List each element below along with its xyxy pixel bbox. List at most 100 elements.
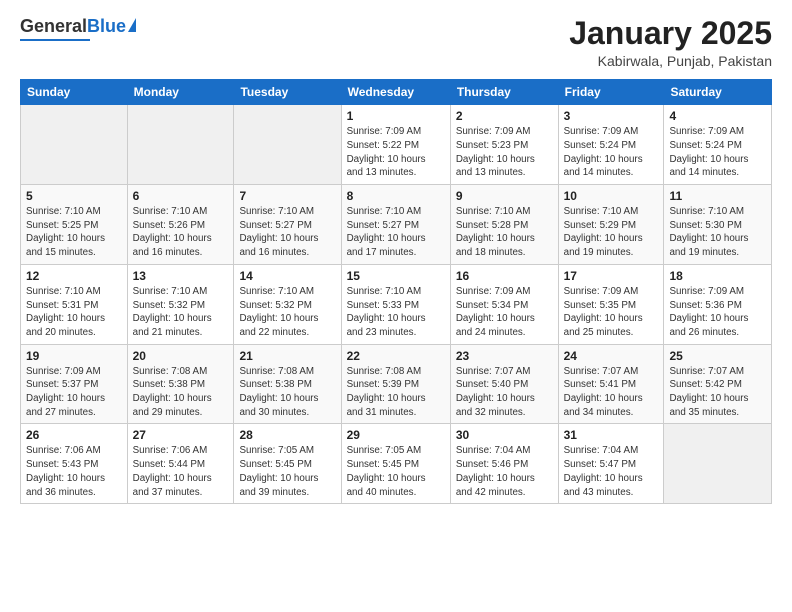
day-number: 21 (239, 349, 335, 363)
day-cell: 8 Sunrise: 7:10 AMSunset: 5:27 PMDaylight… (341, 185, 450, 265)
day-info: Sunrise: 7:10 AMSunset: 5:28 PMDaylight:… (456, 205, 553, 260)
day-number: 31 (564, 428, 659, 442)
day-cell: 6 Sunrise: 7:10 AMSunset: 5:26 PMDaylight… (127, 185, 234, 265)
day-info: Sunrise: 7:07 AMSunset: 5:42 PMDaylight:… (669, 365, 766, 420)
day-number: 24 (564, 349, 659, 363)
calendar-table: Sunday Monday Tuesday Wednesday Thursday… (20, 79, 772, 504)
day-number: 28 (239, 428, 335, 442)
day-cell: 4 Sunrise: 7:09 AMSunset: 5:24 PMDaylight… (664, 105, 772, 185)
day-cell: 10 Sunrise: 7:10 AMSunset: 5:29 PMDayligh… (558, 185, 664, 265)
logo-general-text: General (20, 16, 87, 37)
day-cell: 28 Sunrise: 7:05 AMSunset: 5:45 PMDayligh… (234, 424, 341, 504)
day-cell: 3 Sunrise: 7:09 AMSunset: 5:24 PMDaylight… (558, 105, 664, 185)
day-number: 4 (669, 109, 766, 123)
day-cell: 15 Sunrise: 7:10 AMSunset: 5:33 PMDayligh… (341, 264, 450, 344)
day-number: 5 (26, 189, 122, 203)
day-info: Sunrise: 7:05 AMSunset: 5:45 PMDaylight:… (239, 444, 335, 499)
logo-blue-text: Blue (87, 16, 126, 37)
day-cell: 14Sunrise: 7:10 AMSunset: 5:32 PMDayligh… (234, 264, 341, 344)
day-number: 1 (347, 109, 445, 123)
day-cell: 27Sunrise: 7:06 AMSunset: 5:44 PMDayligh… (127, 424, 234, 504)
day-number: 20 (133, 349, 229, 363)
day-info: Sunrise: 7:08 AMSunset: 5:38 PMDaylight:… (133, 365, 229, 420)
day-info: Sunrise: 7:04 AMSunset: 5:47 PMDaylight:… (564, 444, 659, 499)
calendar-header-row: Sunday Monday Tuesday Wednesday Thursday… (21, 80, 772, 105)
day-cell: 20 Sunrise: 7:08 AMSunset: 5:38 PMDayligh… (127, 344, 234, 424)
day-info: Sunrise: 7:10 AMSunset: 5:27 PMDaylight:… (347, 205, 445, 260)
day-info: Sunrise: 7:07 AMSunset: 5:41 PMDaylight:… (564, 365, 659, 420)
day-number: 26 (26, 428, 122, 442)
day-cell: 11Sunrise: 7:10 AMSunset: 5:30 PMDayligh… (664, 185, 772, 265)
day-cell (234, 105, 341, 185)
day-cell: 1 Sunrise: 7:09 AMSunset: 5:22 PMDaylight… (341, 105, 450, 185)
day-number: 23 (456, 349, 553, 363)
day-number: 7 (239, 189, 335, 203)
day-info: Sunrise: 7:10 AMSunset: 5:33 PMDaylight:… (347, 285, 445, 340)
day-info: Sunrise: 7:10 AMSunset: 5:30 PMDaylight:… (669, 205, 766, 260)
month-title: January 2025 (569, 16, 772, 51)
header-monday: Monday (127, 80, 234, 105)
day-info: Sunrise: 7:10 AMSunset: 5:27 PMDaylight:… (239, 205, 335, 260)
day-cell: 25 Sunrise: 7:07 AMSunset: 5:42 PMDayligh… (664, 344, 772, 424)
week-row-4: 26 Sunrise: 7:06 AMSunset: 5:43 PMDayligh… (21, 424, 772, 504)
day-info: Sunrise: 7:09 AMSunset: 5:23 PMDaylight:… (456, 125, 553, 180)
day-info: Sunrise: 7:04 AMSunset: 5:46 PMDaylight:… (456, 444, 553, 499)
day-cell: 13Sunrise: 7:10 AMSunset: 5:32 PMDayligh… (127, 264, 234, 344)
day-info: Sunrise: 7:08 AMSunset: 5:39 PMDaylight:… (347, 365, 445, 420)
header: General Blue January 2025 Kabirwala, Pun… (20, 16, 772, 69)
day-number: 17 (564, 269, 659, 283)
day-info: Sunrise: 7:06 AMSunset: 5:43 PMDaylight:… (26, 444, 122, 499)
day-number: 2 (456, 109, 553, 123)
header-sunday: Sunday (21, 80, 128, 105)
day-number: 3 (564, 109, 659, 123)
day-number: 30 (456, 428, 553, 442)
day-number: 19 (26, 349, 122, 363)
day-number: 13 (133, 269, 229, 283)
day-number: 12 (26, 269, 122, 283)
day-number: 6 (133, 189, 229, 203)
day-number: 15 (347, 269, 445, 283)
day-info: Sunrise: 7:08 AMSunset: 5:38 PMDaylight:… (239, 365, 335, 420)
day-cell (21, 105, 128, 185)
day-info: Sunrise: 7:05 AMSunset: 5:45 PMDaylight:… (347, 444, 445, 499)
day-info: Sunrise: 7:10 AMSunset: 5:25 PMDaylight:… (26, 205, 122, 260)
day-number: 16 (456, 269, 553, 283)
day-cell: 2 Sunrise: 7:09 AMSunset: 5:23 PMDaylight… (450, 105, 558, 185)
day-info: Sunrise: 7:10 AMSunset: 5:32 PMDaylight:… (239, 285, 335, 340)
location: Kabirwala, Punjab, Pakistan (569, 53, 772, 69)
header-thursday: Thursday (450, 80, 558, 105)
day-cell: 12 Sunrise: 7:10 AMSunset: 5:31 PMDayligh… (21, 264, 128, 344)
week-row-0: 1 Sunrise: 7:09 AMSunset: 5:22 PMDaylight… (21, 105, 772, 185)
day-number: 22 (347, 349, 445, 363)
day-cell: 21 Sunrise: 7:08 AMSunset: 5:38 PMDayligh… (234, 344, 341, 424)
day-info: Sunrise: 7:09 AMSunset: 5:37 PMDaylight:… (26, 365, 122, 420)
day-number: 25 (669, 349, 766, 363)
day-cell: 22 Sunrise: 7:08 AMSunset: 5:39 PMDayligh… (341, 344, 450, 424)
title-block: January 2025 Kabirwala, Punjab, Pakistan (569, 16, 772, 69)
day-cell: 19 Sunrise: 7:09 AMSunset: 5:37 PMDayligh… (21, 344, 128, 424)
logo-triangle-icon (128, 18, 136, 32)
day-cell: 26 Sunrise: 7:06 AMSunset: 5:43 PMDayligh… (21, 424, 128, 504)
day-cell: 18Sunrise: 7:09 AMSunset: 5:36 PMDayligh… (664, 264, 772, 344)
day-info: Sunrise: 7:10 AMSunset: 5:26 PMDaylight:… (133, 205, 229, 260)
day-cell: 31 Sunrise: 7:04 AMSunset: 5:47 PMDayligh… (558, 424, 664, 504)
day-info: Sunrise: 7:09 AMSunset: 5:22 PMDaylight:… (347, 125, 445, 180)
day-info: Sunrise: 7:09 AMSunset: 5:24 PMDaylight:… (564, 125, 659, 180)
day-cell: 30 Sunrise: 7:04 AMSunset: 5:46 PMDayligh… (450, 424, 558, 504)
day-cell: 7 Sunrise: 7:10 AMSunset: 5:27 PMDaylight… (234, 185, 341, 265)
day-info: Sunrise: 7:10 AMSunset: 5:31 PMDaylight:… (26, 285, 122, 340)
week-row-3: 19 Sunrise: 7:09 AMSunset: 5:37 PMDayligh… (21, 344, 772, 424)
day-number: 8 (347, 189, 445, 203)
logo: General Blue (20, 16, 136, 41)
header-wednesday: Wednesday (341, 80, 450, 105)
header-friday: Friday (558, 80, 664, 105)
day-cell: 9Sunrise: 7:10 AMSunset: 5:28 PMDaylight… (450, 185, 558, 265)
day-info: Sunrise: 7:10 AMSunset: 5:29 PMDaylight:… (564, 205, 659, 260)
week-row-1: 5 Sunrise: 7:10 AMSunset: 5:25 PMDaylight… (21, 185, 772, 265)
day-info: Sunrise: 7:09 AMSunset: 5:24 PMDaylight:… (669, 125, 766, 180)
day-number: 10 (564, 189, 659, 203)
day-info: Sunrise: 7:09 AMSunset: 5:36 PMDaylight:… (669, 285, 766, 340)
day-cell: 24 Sunrise: 7:07 AMSunset: 5:41 PMDayligh… (558, 344, 664, 424)
day-number: 29 (347, 428, 445, 442)
day-cell (127, 105, 234, 185)
